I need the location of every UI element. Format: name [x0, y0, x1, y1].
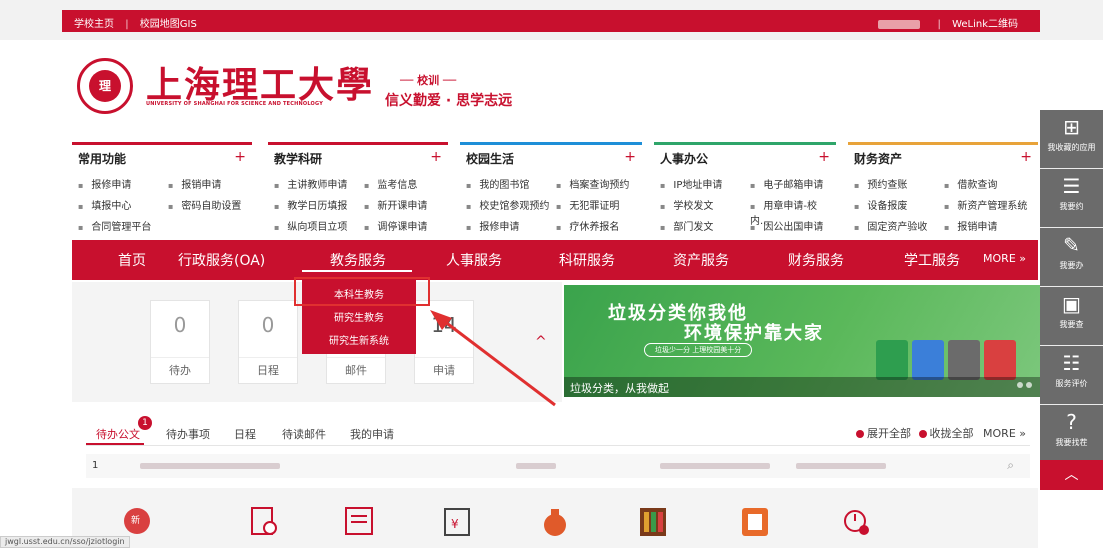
tab-divider: [86, 445, 1030, 446]
redacted-date: [796, 463, 886, 469]
app-icon-strip: 新 ¥: [72, 488, 1038, 548]
sidebar-query[interactable]: ▣ 我要查: [1040, 287, 1103, 345]
tab-actions: 展开全部 收拢全部 MORE »: [856, 425, 1026, 441]
expand-all[interactable]: 展开全部: [867, 427, 911, 440]
mail-doc-icon[interactable]: [344, 504, 374, 538]
sidebar-label: 我要办: [1059, 261, 1084, 270]
money-bag-icon[interactable]: [540, 504, 570, 538]
tabs-more[interactable]: MORE »: [983, 427, 1026, 440]
unread-badge: 1: [138, 416, 152, 430]
table-row[interactable]: 1 ⌕: [86, 454, 1030, 478]
sidebar-label: 我要找茬: [1055, 438, 1088, 447]
status-url: jwgl.usst.edu.cn/sso/jziotlogin: [0, 536, 130, 548]
sidebar-label: 我要约: [1059, 202, 1084, 211]
tab-pending-docs[interactable]: 待办公文: [96, 426, 140, 442]
edit-icon: ✎: [1063, 233, 1080, 257]
tasks-panel: 待办公文 1 待办事项 日程 待读邮件 我的申请 展开全部 收拢全部 MORE …: [72, 410, 1038, 480]
sidebar-feedback[interactable]: ☷ 服务评价: [1040, 346, 1103, 404]
new-app-icon[interactable]: 新: [122, 504, 152, 538]
sidebar-handle[interactable]: ✎ 我要办: [1040, 228, 1103, 286]
comment-icon: ☷: [1062, 351, 1081, 375]
calendar-icon: ☰: [1062, 174, 1081, 198]
row-number: 1: [92, 460, 99, 471]
apps-grid-icon: ⊞: [1063, 115, 1080, 139]
new-badge: 新: [131, 516, 141, 526]
finance-clipboard-icon[interactable]: ¥: [442, 504, 472, 538]
clock-user-icon[interactable]: [842, 504, 872, 538]
sidebar-favorites[interactable]: ⊞ 我收藏的应用: [1040, 110, 1103, 168]
redacted-sender: [516, 463, 556, 469]
question-icon: ?: [1066, 410, 1077, 434]
tab-pending-items[interactable]: 待办事项: [166, 426, 210, 442]
collapse-dot-icon: [918, 430, 927, 438]
redacted-title: [140, 463, 280, 469]
scroll-top-chevron-icon[interactable]: ︿: [1040, 460, 1103, 490]
expand-dot-icon: [856, 430, 865, 438]
library-books-icon[interactable]: [638, 504, 668, 538]
sidebar-label: 我要查: [1059, 320, 1084, 329]
tab-schedule[interactable]: 日程: [234, 426, 256, 442]
sidebar-appointment[interactable]: ☰ 我要约: [1040, 169, 1103, 227]
right-sidebar: ⊞ 我收藏的应用 ☰ 我要约 ✎ 我要办 ▣ 我要查 ☷ 服务评价 ? 我要找茬 ︿: [1040, 110, 1103, 490]
collapse-all[interactable]: 收拢全部: [930, 427, 974, 440]
sidebar-report-issue[interactable]: ? 我要找茬: [1040, 405, 1103, 463]
schedule-doc-icon[interactable]: [248, 504, 278, 538]
tab-my-applications[interactable]: 我的申请: [350, 426, 394, 442]
redacted-dept: [660, 463, 770, 469]
sidebar-label: 我收藏的应用: [1047, 143, 1096, 152]
sidebar-label: 服务评价: [1055, 379, 1088, 388]
svg-text:¥: ¥: [451, 517, 459, 531]
calculator-icon[interactable]: [740, 504, 770, 538]
tab-unread-mail[interactable]: 待读邮件: [282, 426, 326, 442]
search-icon[interactable]: ⌕: [1007, 458, 1014, 473]
monitor-search-icon: ▣: [1062, 292, 1081, 316]
